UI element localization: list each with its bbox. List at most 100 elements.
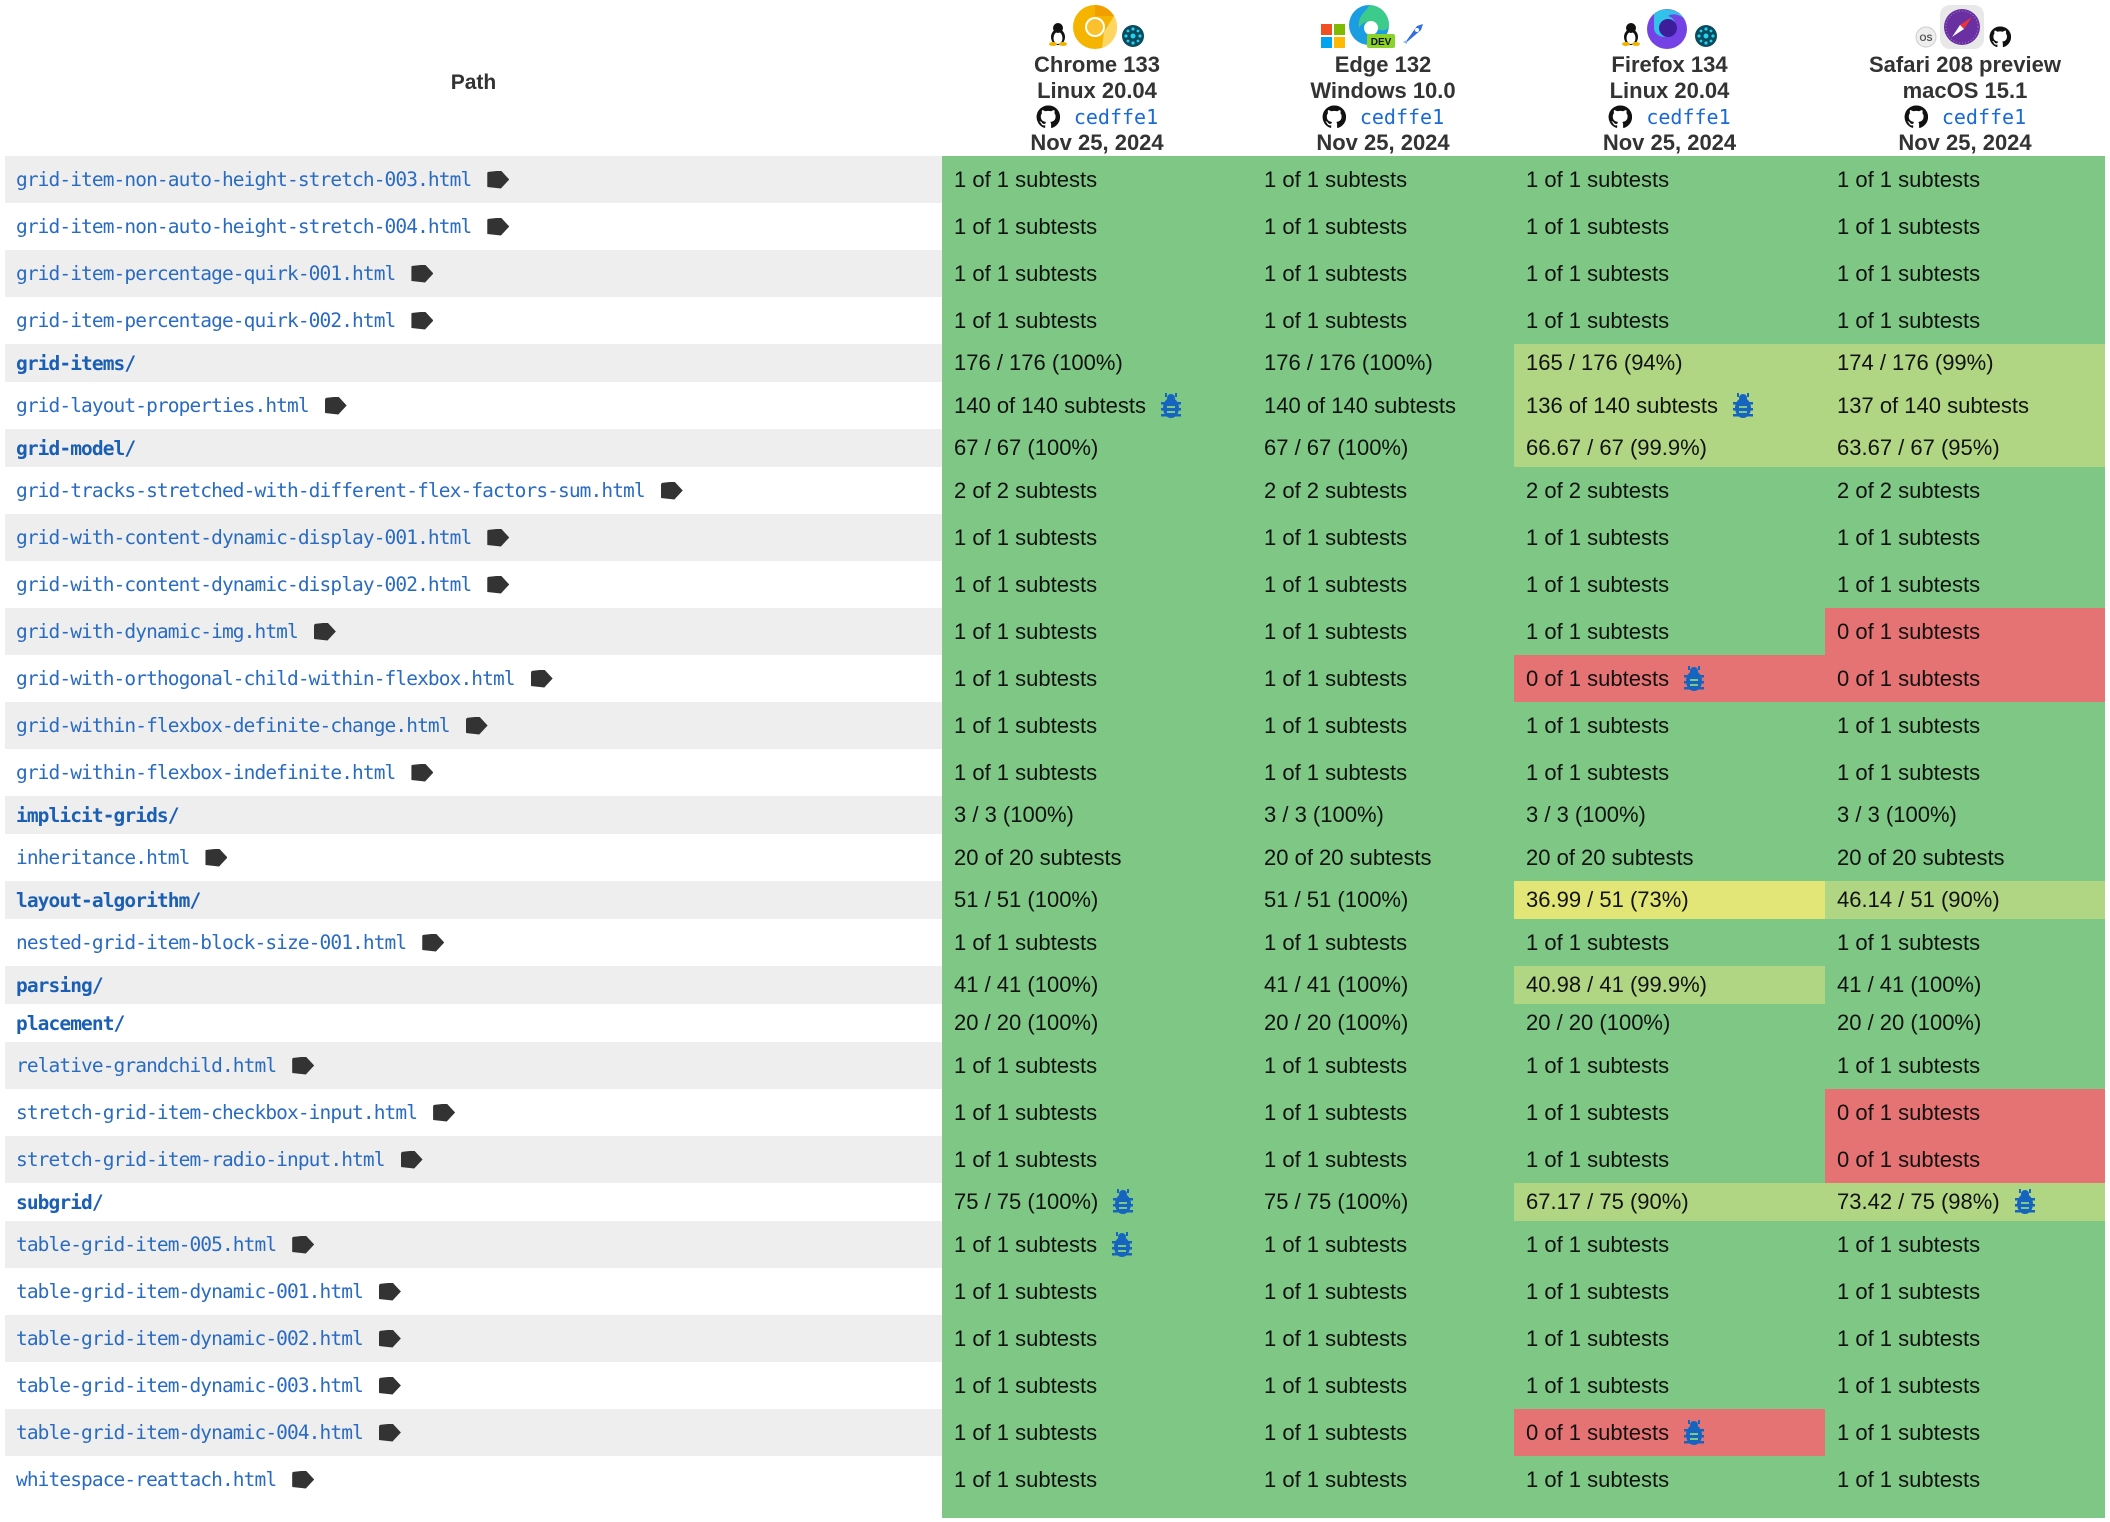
result-cell[interactable]: 1 of 1 subtests (942, 297, 1252, 344)
tag-icon[interactable] (313, 622, 336, 641)
result-cell[interactable]: 67 / 67 (100%) (942, 429, 1252, 467)
result-cell[interactable]: 3 / 3 (100%) (1252, 796, 1514, 834)
result-cell[interactable]: 1 of 1 subtests (1825, 561, 2105, 608)
result-cell[interactable]: 1 of 1 subtests (1514, 702, 1825, 749)
bug-icon[interactable] (2014, 1189, 2036, 1215)
bug-icon[interactable] (1683, 1419, 1705, 1446)
bug-icon[interactable] (1683, 665, 1705, 692)
result-cell[interactable]: 1 of 1 subtests (942, 514, 1252, 561)
tag-icon[interactable] (487, 528, 510, 547)
directory-link[interactable]: grid-items/ (16, 352, 136, 375)
result-cell[interactable]: 1 of 1 subtests (1252, 1456, 1514, 1503)
tag-icon[interactable] (378, 1423, 401, 1442)
result-cell[interactable]: 1 of 1 subtests (1252, 608, 1514, 655)
test-file-link[interactable]: grid-with-orthogonal-child-within-flexbo… (16, 667, 516, 690)
result-cell[interactable]: 174 / 176 (99%) (1825, 344, 2105, 382)
bug-icon[interactable] (1160, 392, 1182, 419)
tag-icon[interactable] (378, 1282, 401, 1301)
result-cell[interactable]: 140 of 140 subtests (942, 382, 1252, 429)
result-cell[interactable]: 136 of 140 subtests (1514, 382, 1825, 429)
directory-link[interactable]: implicit-grids/ (16, 804, 180, 827)
result-cell[interactable]: 1 of 1 subtests (1252, 702, 1514, 749)
result-cell[interactable]: 67.17 / 75 (90%) (1514, 1183, 1825, 1221)
result-cell[interactable]: 66.67 / 67 (99.9%) (1514, 429, 1825, 467)
result-cell[interactable]: 1 of 1 subtests (942, 1456, 1252, 1503)
result-cell[interactable]: 1 of 1 subtests (1252, 1315, 1514, 1362)
result-cell[interactable]: 1 of 1 subtests (942, 203, 1252, 250)
result-cell[interactable]: 1 of 1 subtests (1252, 1268, 1514, 1315)
result-cell[interactable]: 20 / 20 (100%) (1252, 1004, 1514, 1042)
revision-link[interactable]: cedffe1 (1646, 104, 1730, 130)
result-cell[interactable]: 75 / 75 (100%) (942, 1183, 1252, 1221)
result-cell[interactable]: 1 of 1 subtests (1825, 514, 2105, 561)
result-cell[interactable]: 1 of 1 subtests (1514, 1268, 1825, 1315)
result-cell[interactable]: 1 of 1 subtests (1825, 1362, 2105, 1409)
directory-link[interactable]: layout-algorithm/ (16, 889, 201, 912)
result-cell[interactable]: 1 of 1 subtests (942, 655, 1252, 702)
test-file-link[interactable]: relative-grandchild.html (16, 1054, 277, 1077)
tag-icon[interactable] (292, 1470, 315, 1489)
result-cell[interactable]: 1 of 1 subtests (1252, 1089, 1514, 1136)
test-file-link[interactable]: grid-within-flexbox-definite-change.html (16, 714, 451, 737)
result-cell[interactable]: 1 of 1 subtests (1514, 608, 1825, 655)
test-file-link[interactable]: whitespace-reattach.html (16, 1468, 277, 1491)
tag-icon[interactable] (292, 1235, 315, 1254)
tag-icon[interactable] (411, 264, 434, 283)
test-file-link[interactable]: inheritance.html (16, 846, 190, 869)
result-cell[interactable]: 1 of 1 subtests (942, 250, 1252, 297)
result-cell[interactable]: 1 of 1 subtests (1514, 156, 1825, 203)
tag-icon[interactable] (378, 1329, 401, 1348)
tag-icon[interactable] (400, 1150, 423, 1169)
result-cell[interactable]: 137 of 140 subtests (1825, 382, 2105, 429)
result-cell[interactable]: 1 of 1 subtests (1514, 514, 1825, 561)
result-cell[interactable]: 46.14 / 51 (90%) (1825, 881, 2105, 919)
result-cell[interactable]: 1 of 1 subtests (1514, 1042, 1825, 1089)
result-cell[interactable]: 1 of 1 subtests (1825, 919, 2105, 966)
test-file-link[interactable]: table-grid-item-dynamic-004.html (16, 1421, 364, 1444)
result-cell[interactable]: 1 of 1 subtests (1825, 1409, 2105, 1456)
result-cell[interactable]: 1 of 1 subtests (1252, 297, 1514, 344)
result-cell[interactable]: 1 of 1 subtests (942, 561, 1252, 608)
result-cell[interactable]: 41 / 41 (100%) (942, 966, 1252, 1004)
test-file-link[interactable]: grid-item-non-auto-height-stretch-004.ht… (16, 215, 472, 238)
result-cell[interactable]: 1 of 1 subtests (942, 702, 1252, 749)
test-file-link[interactable]: grid-with-content-dynamic-display-001.ht… (16, 526, 472, 549)
result-cell[interactable]: 1 of 1 subtests (1825, 1456, 2105, 1503)
result-cell[interactable]: 41 / 41 (100%) (1825, 966, 2105, 1004)
result-cell[interactable]: 1 of 1 subtests (942, 1268, 1252, 1315)
result-cell[interactable]: 51 / 51 (100%) (1252, 881, 1514, 919)
bug-icon[interactable] (1112, 1189, 1134, 1215)
test-file-link[interactable]: grid-with-dynamic-img.html (16, 620, 299, 643)
result-cell[interactable]: 63.67 / 67 (95%) (1825, 429, 2105, 467)
result-cell[interactable]: 0 of 1 subtests (1825, 1089, 2105, 1136)
result-cell[interactable]: 67 / 67 (100%) (1252, 429, 1514, 467)
result-cell[interactable]: 176 / 176 (100%) (942, 344, 1252, 382)
result-cell[interactable]: 1 of 1 subtests (1252, 561, 1514, 608)
test-file-link[interactable]: nested-grid-item-block-size-001.html (16, 931, 407, 954)
tag-icon[interactable] (378, 1376, 401, 1395)
result-cell[interactable]: 1 of 1 subtests (1514, 919, 1825, 966)
tag-icon[interactable] (411, 311, 434, 330)
result-cell[interactable]: 1 of 1 subtests (1514, 1315, 1825, 1362)
result-cell[interactable]: 1 of 1 subtests (942, 1136, 1252, 1183)
result-cell[interactable]: 1 of 1 subtests (1514, 1362, 1825, 1409)
test-file-link[interactable]: table-grid-item-005.html (16, 1233, 277, 1256)
result-cell[interactable]: 176 / 176 (100%) (1252, 344, 1514, 382)
result-cell[interactable]: 2 of 2 subtests (1514, 467, 1825, 514)
test-file-link[interactable]: grid-with-content-dynamic-display-002.ht… (16, 573, 472, 596)
result-cell[interactable]: 1 of 1 subtests (1825, 203, 2105, 250)
result-cell[interactable]: 1 of 1 subtests (1514, 1456, 1825, 1503)
result-cell[interactable]: 51 / 51 (100%) (942, 881, 1252, 919)
result-cell[interactable]: 1 of 1 subtests (1514, 1089, 1825, 1136)
test-file-link[interactable]: grid-item-non-auto-height-stretch-003.ht… (16, 168, 472, 191)
revision-link[interactable]: cedffe1 (1360, 104, 1444, 130)
result-cell[interactable]: 20 / 20 (100%) (942, 1004, 1252, 1042)
result-cell[interactable]: 75 / 75 (100%) (1252, 1183, 1514, 1221)
result-cell[interactable]: 0 of 1 subtests (1514, 655, 1825, 702)
result-cell[interactable]: 140 of 140 subtests (1252, 382, 1514, 429)
directory-link[interactable]: placement/ (16, 1012, 125, 1035)
result-cell[interactable]: 1 of 1 subtests (1252, 1362, 1514, 1409)
result-cell[interactable]: 1 of 1 subtests (1825, 749, 2105, 796)
result-cell[interactable]: 0 of 1 subtests (1825, 1136, 2105, 1183)
result-cell[interactable]: 1 of 1 subtests (942, 1315, 1252, 1362)
